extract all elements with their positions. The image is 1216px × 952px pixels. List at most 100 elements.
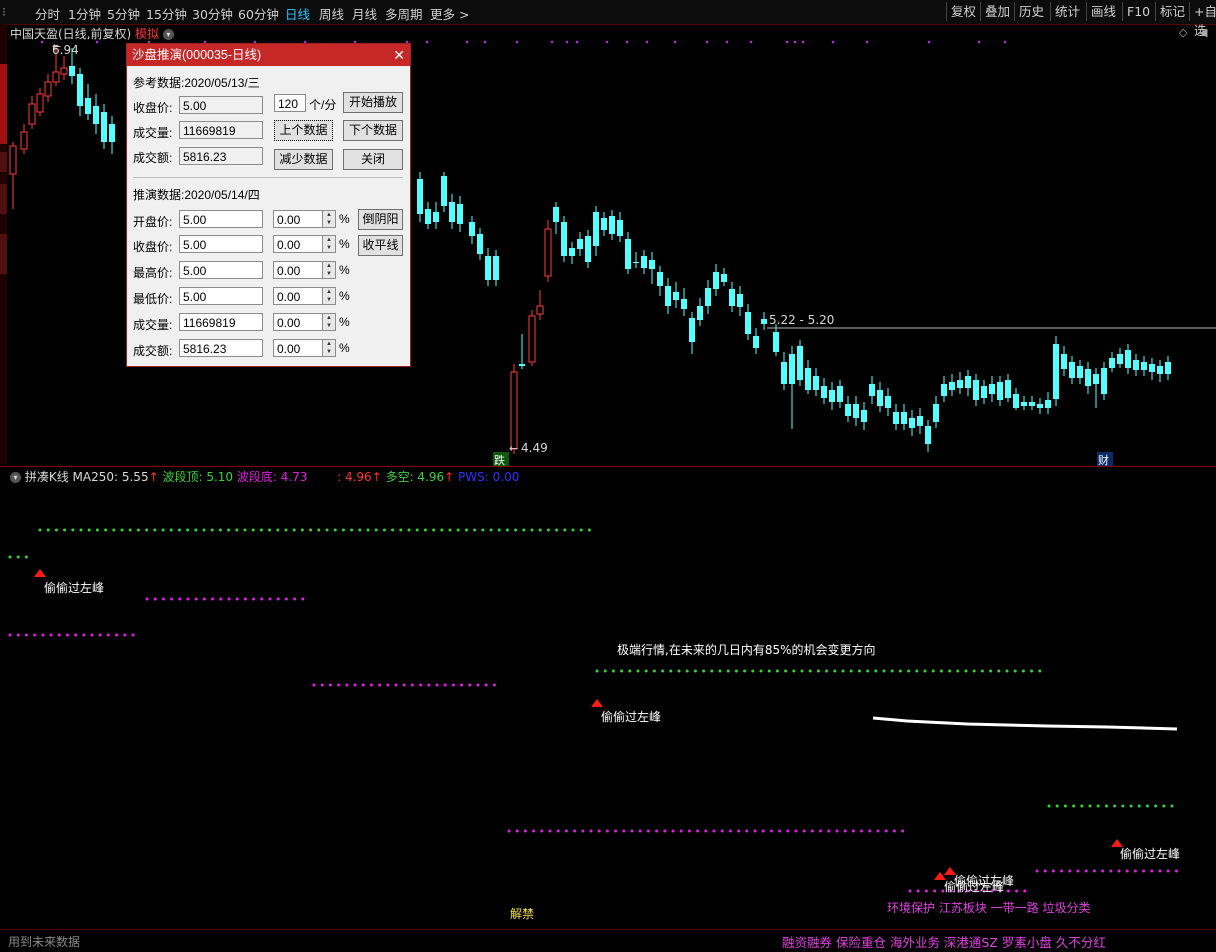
indicator-dot — [87, 528, 91, 532]
candle-body — [981, 386, 987, 398]
tab-1min[interactable]: 1分钟 — [68, 4, 101, 23]
volume-pct-field[interactable]: 0.00 — [273, 313, 323, 331]
history-button[interactable]: 历史 — [1014, 2, 1048, 21]
spinner-icon[interactable]: ▲ ▼ — [322, 261, 336, 279]
low-pct-field[interactable]: 0.00 — [273, 287, 323, 305]
candle-body — [485, 256, 491, 280]
indicator-dot — [16, 555, 20, 559]
candle-body — [837, 386, 843, 402]
tab-weekly[interactable]: 周线 — [319, 4, 344, 23]
start-play-button[interactable]: 开始播放 — [343, 92, 403, 113]
spinner-icon[interactable]: ▲ ▼ — [322, 339, 336, 357]
spinner-icon[interactable]: ▲ ▼ — [322, 287, 336, 305]
indicator-dot — [956, 669, 960, 673]
tab-monthly[interactable]: 月线 — [352, 4, 377, 23]
side-tab[interactable] — [0, 234, 7, 274]
candle-body — [713, 272, 719, 289]
prediction-date: 推演数据:2020/05/14/四 — [133, 188, 260, 202]
indicator-dot — [1060, 869, 1064, 873]
close-pct-field[interactable]: 0.00 — [273, 235, 323, 253]
overlay-button[interactable]: 叠加 — [980, 2, 1014, 21]
tab-30min[interactable]: 30分钟 — [192, 4, 233, 23]
side-tab-active[interactable] — [0, 64, 7, 144]
indicator-dot — [1096, 804, 1100, 808]
ref-amount-field[interactable]: 5816.23 — [179, 147, 263, 165]
indicator-dot — [636, 669, 640, 673]
adjust-button[interactable]: 复权 — [946, 2, 980, 21]
ref-close-field[interactable]: 5.00 — [179, 96, 263, 114]
low-field[interactable]: 5.00 — [179, 287, 263, 305]
speed-input[interactable]: 120 — [274, 94, 306, 112]
mark-button[interactable]: 标记 — [1155, 2, 1189, 21]
indicator-dot — [819, 829, 823, 833]
open-pct-field[interactable]: 0.00 — [273, 210, 323, 228]
watchlist-button[interactable]: +自选 — [1189, 2, 1216, 38]
amount-pct-field[interactable]: 0.00 — [273, 339, 323, 357]
spinner-icon[interactable]: ▲ ▼ — [322, 210, 336, 228]
indicator-dot — [646, 829, 650, 833]
candle-body — [997, 382, 1003, 400]
ref-volume-field[interactable]: 11669819 — [179, 121, 263, 139]
candle-body — [20, 131, 28, 150]
open-field[interactable]: 5.00 — [179, 210, 263, 228]
candle-body — [885, 396, 891, 408]
tab-15min[interactable]: 15分钟 — [146, 4, 187, 23]
indicator-dot — [573, 829, 577, 833]
reduce-data-button[interactable]: 减少数据 — [274, 149, 333, 170]
menu-icon[interactable]: ⁝ — [2, 4, 6, 19]
indicator-dot — [112, 528, 116, 532]
side-tab[interactable] — [0, 152, 7, 172]
close-field[interactable]: 5.00 — [179, 235, 263, 253]
tab-intraday[interactable]: 分时 — [35, 4, 60, 23]
indicator-dot — [1030, 669, 1034, 673]
next-data-button[interactable]: 下个数据 — [343, 120, 403, 141]
spinner-icon[interactable]: ▲ ▼ — [322, 313, 336, 331]
amount-field[interactable]: 5816.23 — [179, 339, 263, 357]
high-field[interactable]: 5.00 — [179, 261, 263, 279]
amount-label: 成交额: — [133, 344, 173, 358]
signal-dot — [831, 40, 835, 44]
indicator-dot — [778, 829, 782, 833]
draw-button[interactable]: 画线 — [1086, 2, 1120, 21]
chevron-down-icon[interactable]: ▾ — [162, 29, 174, 40]
indicator-dot — [407, 528, 411, 532]
indicator-dot — [1080, 804, 1084, 808]
indicator-dot — [605, 829, 609, 833]
tab-daily[interactable]: 日线 — [285, 4, 310, 23]
side-tab[interactable] — [0, 184, 7, 214]
candle-body — [781, 362, 787, 384]
diamond-icon[interactable]: ◇ — [1179, 26, 1188, 39]
prev-data-button[interactable]: 上个数据 — [274, 120, 333, 141]
tab-5min[interactable]: 5分钟 — [107, 4, 140, 23]
close-dialog-button[interactable]: 关闭 — [343, 149, 403, 170]
dialog-title-bar[interactable]: 沙盘推演(000035-日线) ✕ — [127, 44, 410, 66]
stats-button[interactable]: 统计 — [1050, 2, 1084, 21]
signal-dot — [605, 40, 609, 44]
f10-button[interactable]: F10 — [1122, 2, 1154, 21]
spinner-icon[interactable]: ▲ ▼ — [322, 235, 336, 253]
signal-dot — [1003, 40, 1007, 44]
candle-body — [1141, 362, 1147, 370]
high-pct-field[interactable]: 0.00 — [273, 261, 323, 279]
invert-candle-button[interactable]: 倒阴阳 — [358, 209, 403, 230]
signal-dot — [927, 40, 931, 44]
collapse-icon[interactable]: ◀ — [1199, 26, 1208, 39]
tab-multi-period[interactable]: 多周期 — [385, 4, 423, 23]
indicator-dot — [916, 889, 920, 893]
indicator-dot — [876, 829, 880, 833]
indicator-dot — [123, 633, 127, 637]
close-icon[interactable]: ✕ — [393, 44, 405, 66]
indicator-dot — [898, 669, 902, 673]
triangle-up-icon — [591, 699, 603, 707]
candle-body — [861, 410, 867, 422]
indicator-chart[interactable]: 偷偷过左峰 偷偷过左峰 偷偷过左峰 偷偷过左峰 偷偷过左峰 极端行情,在未来的几… — [7, 467, 1216, 929]
flat-close-button[interactable]: 收平线 — [358, 235, 403, 256]
high-label: 最高价: — [133, 266, 173, 280]
indicator-dot — [901, 829, 905, 833]
tab-60min[interactable]: 60分钟 — [238, 4, 279, 23]
candle-body — [845, 404, 851, 416]
volume-field[interactable]: 11669819 — [179, 313, 263, 331]
tab-more[interactable]: 更多 > — [430, 4, 469, 23]
indicator-dot — [661, 669, 665, 673]
indicator-dot — [1051, 869, 1055, 873]
